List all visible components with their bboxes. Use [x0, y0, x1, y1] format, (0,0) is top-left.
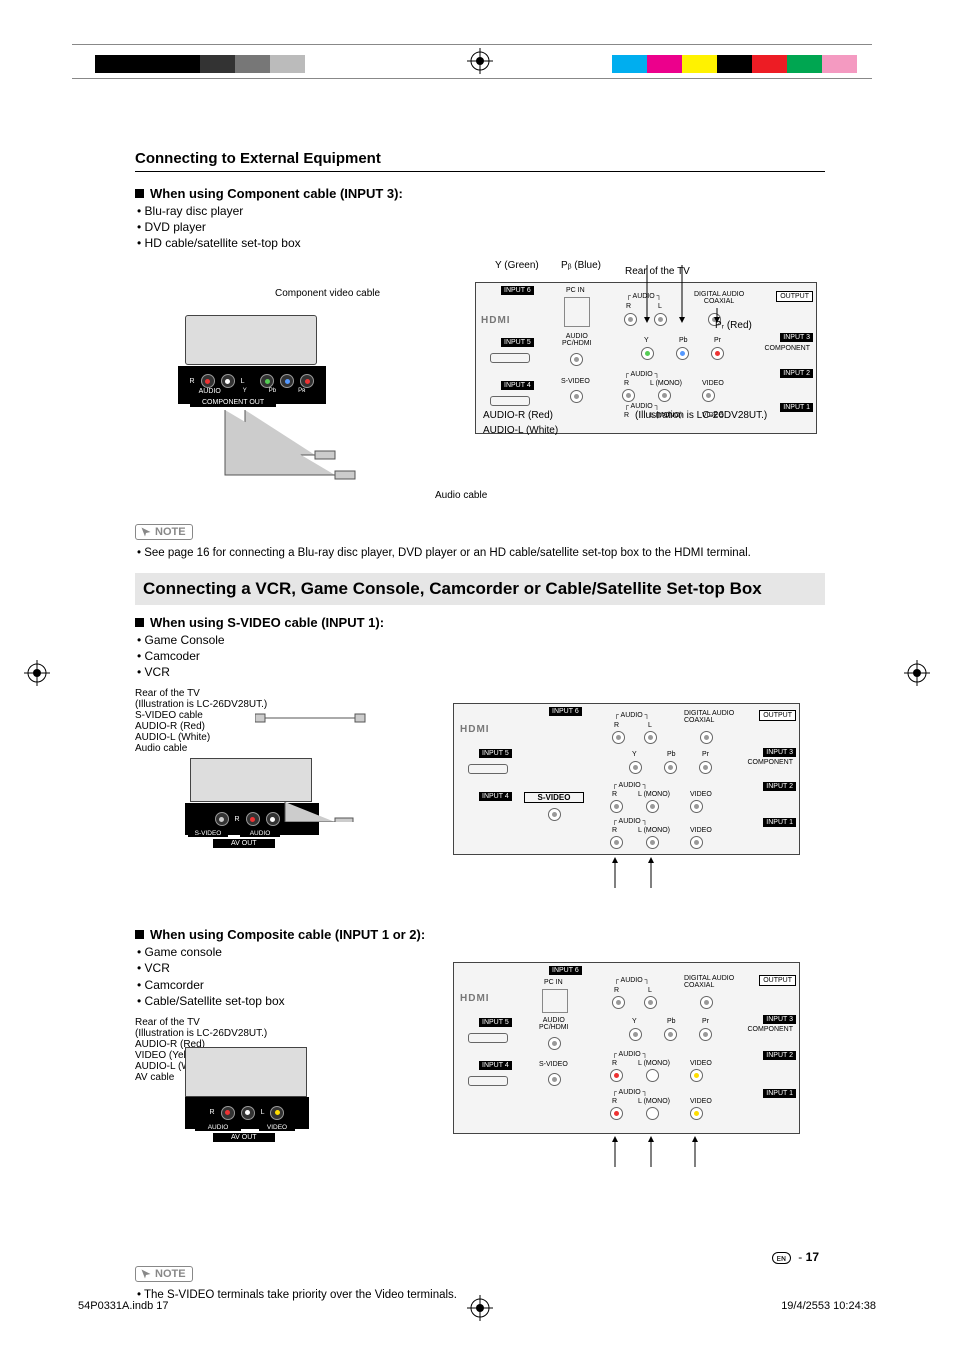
footer-doc: 54P0331A.indb 17	[78, 1300, 169, 1312]
tv-rear-panel-3: INPUT 6 PC IN HDMI INPUT 5 AUDIO PC/HDMI…	[453, 962, 800, 1134]
note-badge: NOTE	[135, 1266, 193, 1282]
title-rule	[135, 171, 825, 172]
source-svideo-label: S-VIDEO	[188, 830, 228, 837]
label-rear: Rear of the TV	[625, 266, 690, 277]
section3-device-list: Game console VCR Camcorder Cable/Satelli…	[135, 944, 417, 1009]
note-badge: NOTE	[135, 524, 193, 540]
label-y: Y (Green)	[495, 260, 539, 271]
pointer-icon	[140, 1268, 152, 1280]
note1-text: See page 16 for connecting a Blu-ray dis…	[137, 547, 825, 559]
registration-mark-left	[24, 660, 50, 686]
arrows-composite	[605, 1132, 725, 1172]
source-device-3	[185, 1047, 307, 1097]
label-illus: (Illustration is LC-26DV28UT.)	[635, 410, 767, 421]
list-item: VCR	[137, 664, 825, 680]
hdmi-icon: HDMI	[481, 315, 511, 326]
crop-line	[72, 78, 872, 79]
source-avout-label: AV OUT	[213, 839, 275, 848]
arrows-svideo	[605, 853, 685, 893]
registration-mark-top	[467, 48, 493, 74]
svideo-port-highlight: S-VIDEO	[524, 792, 584, 803]
label-component-cable: Component video cable	[275, 288, 380, 299]
section2-heading: When using S-VIDEO cable (INPUT 1):	[135, 615, 825, 630]
list-item: Cable/Satellite set-top box	[137, 993, 417, 1009]
source-device	[185, 315, 317, 365]
section2-title: Connecting a VCR, Game Console, Camcorde…	[135, 573, 825, 605]
list-item: Game console	[137, 944, 417, 960]
footer-date: 19/4/2553 10:24:38	[781, 1300, 876, 1312]
list-item: DVD player	[137, 219, 825, 235]
bullet-square-icon	[135, 930, 144, 939]
list-item: VCR	[137, 960, 417, 976]
composite-diagram: Rear of the TV (Illustration is LC-26DV2…	[135, 1017, 825, 1262]
page-number: ᴇɴ - 17	[772, 1250, 819, 1264]
print-swatch-color	[612, 55, 857, 73]
src-audio-label-3: AUDIO	[195, 1124, 241, 1131]
svideo-diagram: Rear of the TV (Illustration is LC-26DV2…	[135, 688, 825, 923]
list-item: Blu-ray disc player	[137, 203, 825, 219]
page-title: Connecting to External Equipment	[135, 150, 825, 167]
section1-heading: When using Component cable (INPUT 3):	[135, 186, 825, 201]
list-item: Camcoder	[137, 648, 825, 664]
bullet-square-icon	[135, 618, 144, 627]
print-swatch-bw	[95, 55, 305, 73]
label-pr: Pᵣ (Red)	[715, 320, 752, 331]
pointer-icon	[140, 526, 152, 538]
cable-lines-1	[195, 400, 615, 500]
component-diagram: R L AUDIO Y Pb Pʀ COMPONENT OUT INPUT 6 …	[135, 260, 825, 520]
crop-line	[72, 44, 872, 45]
registration-mark-right	[904, 660, 930, 686]
svideo-cable-line	[255, 712, 475, 822]
list-item: Game Console	[137, 632, 825, 648]
section1-device-list: Blu-ray disc player DVD player HD cable/…	[135, 203, 825, 252]
src-video-label-3: VIDEO	[259, 1124, 295, 1131]
section3-heading: When using Composite cable (INPUT 1 or 2…	[135, 927, 825, 942]
bullet-square-icon	[135, 189, 144, 198]
tv-rear-panel-2: INPUT 6 HDMI INPUT 5 INPUT 4 S-VIDEO ┌ A…	[453, 703, 800, 855]
print-footer: 54P0331A.indb 17 19/4/2553 10:24:38	[78, 1300, 876, 1312]
label-pb: Pᵦ (Blue)	[561, 260, 601, 271]
section2-device-list: Game Console Camcoder VCR	[135, 632, 825, 681]
label-rear2: Rear of the TV	[135, 688, 825, 699]
source-avout-label-3: AV OUT	[213, 1133, 275, 1142]
list-item: Camcorder	[137, 977, 417, 993]
source-audio-label: AUDIO	[240, 830, 280, 837]
list-item: HD cable/satellite set-top box	[137, 235, 825, 251]
